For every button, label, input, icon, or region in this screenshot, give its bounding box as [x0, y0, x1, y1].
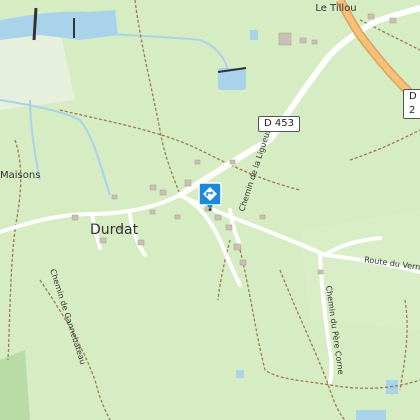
road-badge-d2: D 2 [403, 89, 420, 119]
road-badge-d453: D 453 [258, 116, 300, 132]
place-label-durdat: Durdat [90, 222, 139, 238]
place-label-le-tillou: Le Tillou [315, 3, 356, 14]
pond [250, 30, 258, 40]
map-canvas[interactable]: Le Tillou Durdat Maisons Chemin de la Li… [0, 0, 420, 420]
directions-icon [198, 182, 222, 211]
place-label-maisons: Maisons [0, 170, 40, 181]
dam [32, 7, 38, 41]
forest-area [0, 350, 30, 420]
pond [356, 410, 386, 420]
pond [236, 370, 244, 378]
location-marker[interactable] [197, 181, 223, 211]
